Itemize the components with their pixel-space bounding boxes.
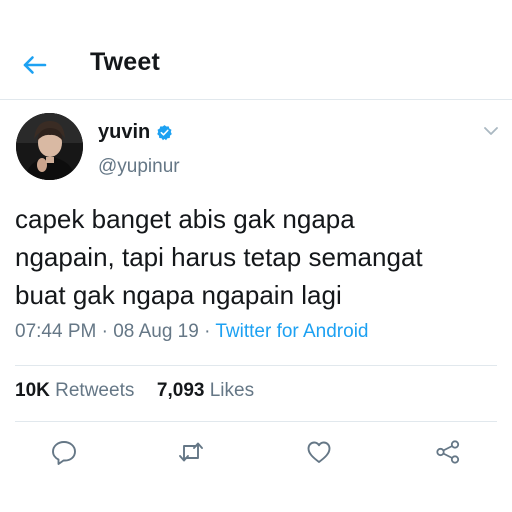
divider	[15, 365, 497, 366]
retweets-label: Retweets	[55, 380, 135, 401]
user-handle[interactable]: @yupinur	[98, 156, 180, 178]
verified-badge-icon	[156, 124, 173, 141]
divider-2	[15, 421, 497, 422]
likes-label: Likes	[209, 380, 255, 401]
share-icon[interactable]	[434, 438, 462, 466]
author-name-row[interactable]: yuvin	[98, 121, 173, 144]
tweet-detail-page: Tweet yuvin @yupinur capek banget abis g…	[0, 0, 512, 512]
tweet-stats: 10K Retweets 7,093 Likes	[15, 380, 254, 402]
meta-separator: ·	[101, 321, 108, 342]
top-bar: Tweet	[0, 0, 512, 100]
heart-icon[interactable]	[305, 438, 333, 466]
action-bar	[0, 432, 512, 472]
back-arrow-icon[interactable]	[18, 50, 52, 80]
page-title: Tweet	[90, 48, 160, 76]
tweet-time: 07:44 PM	[15, 321, 97, 342]
likes-count: 7,093	[156, 380, 205, 401]
tweet-meta: 07:44 PM · 08 Aug 19 · Twitter for Andro…	[15, 321, 368, 343]
reply-icon[interactable]	[50, 438, 78, 466]
tweet-date: 08 Aug 19	[113, 321, 199, 342]
retweet-icon[interactable]	[177, 438, 205, 466]
tweet-source-link[interactable]: Twitter for Android	[215, 321, 368, 342]
display-name: yuvin	[98, 121, 151, 143]
likes-stat[interactable]: 7,093 Likes	[157, 380, 254, 401]
tweet-text: capek banget abis gak ngapa ngapain, tap…	[15, 204, 423, 310]
chevron-down-icon[interactable]	[482, 124, 500, 138]
meta-separator-2: ·	[204, 321, 211, 342]
retweets-count: 10K	[15, 380, 50, 401]
avatar[interactable]	[16, 113, 83, 180]
retweets-stat[interactable]: 10K Retweets	[15, 380, 134, 401]
